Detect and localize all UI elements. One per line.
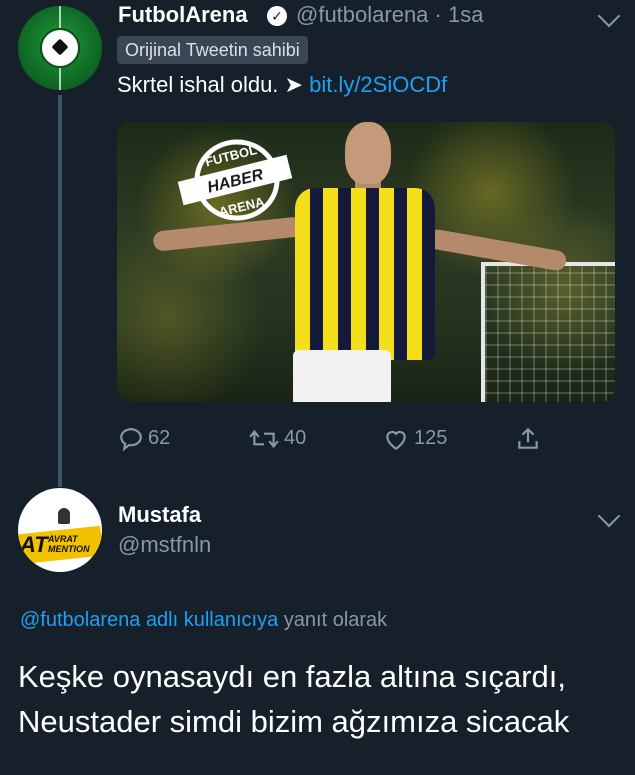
retweet-button[interactable]: 40: [248, 424, 306, 452]
reply-text: Keşke oynasaydı en fazla altına sıçardı,…: [18, 654, 569, 744]
avatar-small-text: AVRAT MENTION: [48, 534, 90, 554]
avatar-at-text: AT: [20, 532, 48, 557]
like-button[interactable]: 125: [382, 424, 447, 452]
reply-icon: [120, 427, 142, 452]
retweet-icon: [249, 429, 279, 448]
tweet-author-name[interactable]: FutbolArena: [118, 2, 248, 28]
futbolarena-avatar[interactable]: [18, 6, 102, 90]
player-jersey: [295, 188, 435, 360]
mustafa-avatar[interactable]: AT AVRAT MENTION: [18, 488, 102, 572]
tweet-link[interactable]: bit.ly/2SiOCDf: [309, 72, 447, 97]
futbol-haber-arena-logo: FUTBOL HABER ARENA: [177, 139, 293, 221]
like-count: 125: [414, 427, 448, 449]
reply-handle[interactable]: @mstfnln: [118, 532, 211, 558]
tweet-actions-bar: 62 40 125: [0, 424, 635, 454]
replying-to-suffix: yanıt olarak: [278, 609, 388, 631]
tweet-handle-time[interactable]: @futbolarena · 1sa: [296, 2, 483, 28]
reply-text-line-1: Keşke oynasaydı en fazla altına sıçardı,: [18, 659, 566, 694]
player-head: [345, 122, 391, 184]
football-icon: [40, 28, 80, 68]
share-icon: [518, 427, 538, 449]
retweet-count: 40: [284, 427, 307, 449]
share-button[interactable]: [514, 424, 542, 452]
tweet-text: Skrtel ishal oldu. ➤ bit.ly/2SiOCDf: [117, 72, 447, 98]
reply-menu-chevron-down-icon[interactable]: [597, 504, 621, 528]
tweet-media-image[interactable]: FUTBOL HABER ARENA: [117, 122, 615, 402]
tweet-text-body: Skrtel ishal oldu. ➤: [117, 72, 310, 97]
avatar-person-figure: [58, 508, 70, 524]
reply-author-name[interactable]: Mustafa: [118, 502, 201, 528]
original-author-badge: Orijinal Tweetin sahibi: [117, 36, 308, 64]
tweet-menu-chevron-down-icon[interactable]: [597, 4, 621, 28]
goal-net: [481, 262, 615, 402]
verified-badge-icon: ✓: [267, 6, 287, 26]
reply-count: 62: [148, 427, 171, 449]
replying-to-mention[interactable]: @futbolarena adlı kullanıcıya: [20, 609, 278, 631]
replying-to-line: @futbolarena adlı kullanıcıya yanıt olar…: [20, 609, 387, 632]
reply-text-line-2: Neustader simdi bizim ağzımıza sicacak: [18, 704, 570, 739]
reply-button[interactable]: 62: [118, 424, 170, 452]
player-shorts: [293, 350, 391, 402]
heart-icon: [386, 430, 406, 450]
